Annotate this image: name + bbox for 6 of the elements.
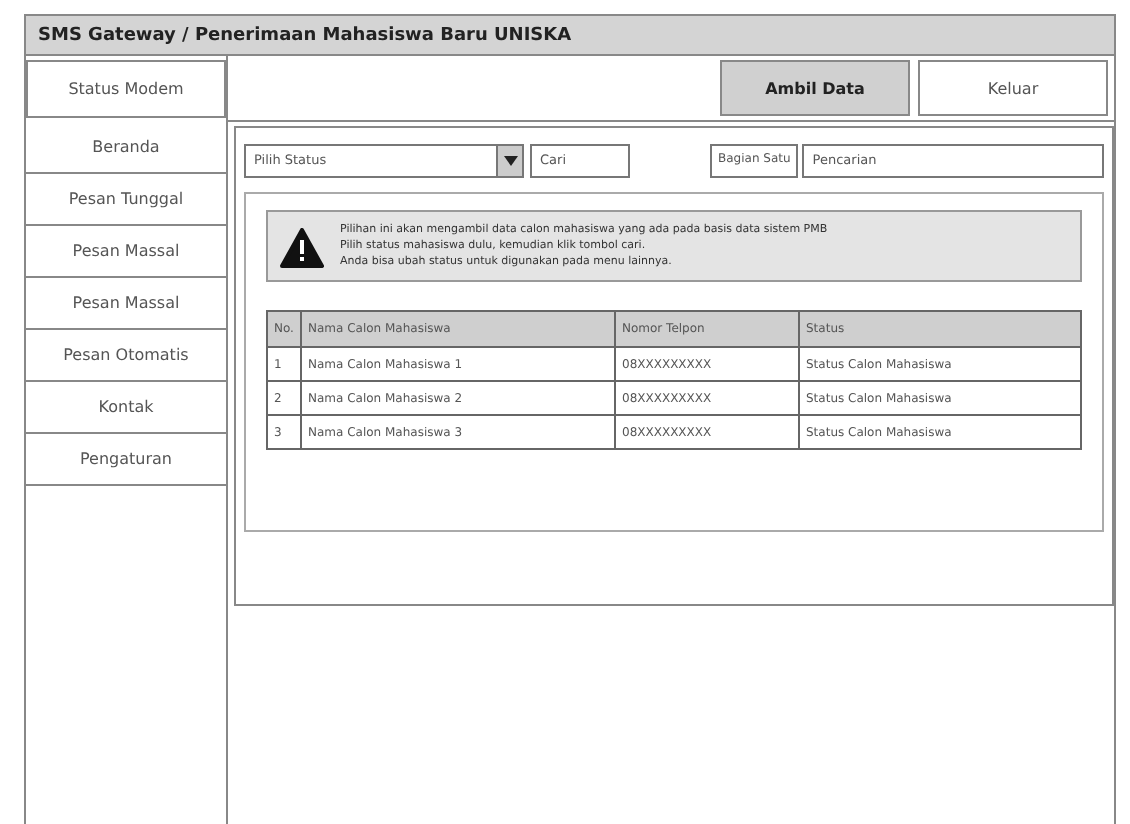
status-modem-button[interactable]: Status Modem <box>26 60 226 118</box>
toolbar-button[interactable]: Ambil Data <box>720 60 910 116</box>
window-title: SMS Gateway / Penerimaan Mahasiswa Baru UNISKA <box>26 16 1114 56</box>
warning-icon <box>280 228 324 268</box>
caret-icon <box>496 145 522 175</box>
toolbar-button[interactable]: Keluar <box>918 60 1108 116</box>
